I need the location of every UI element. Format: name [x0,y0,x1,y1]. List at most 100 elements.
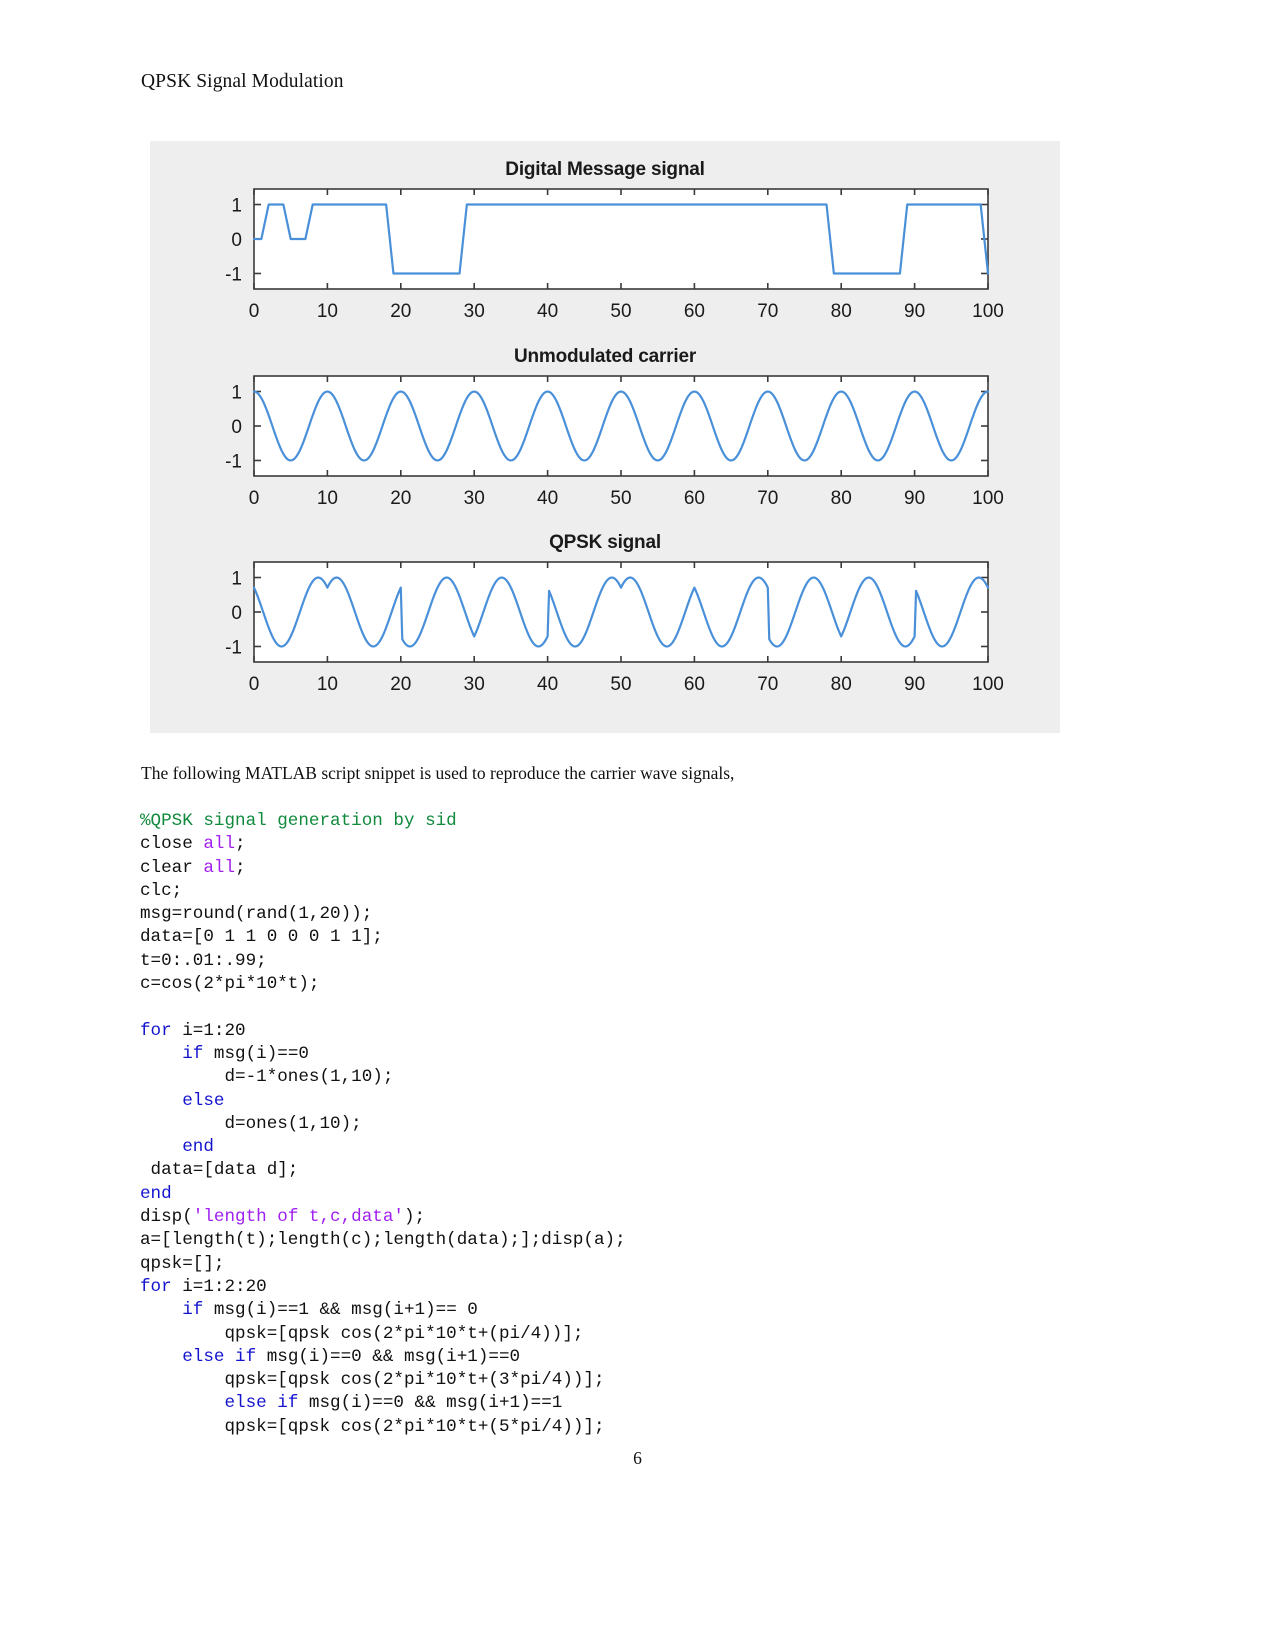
axes-qpsk-signal: 0 10 20 30 40 50 60 70 80 90 100 -1 0 1 [150,554,1060,704]
code-token: qpsk=[qpsk cos(2*pi*10*t+(5*pi/4))]; [140,1416,605,1437]
code-token: else [182,1090,225,1111]
x-tick-label: 0 [249,488,260,509]
axes-unmodulated-carrier: 0 10 20 30 40 50 60 70 80 90 100 -1 0 1 [150,368,1060,518]
code-line: qpsk=[qpsk cos(2*pi*10*t+(3*pi/4))]; [140,1369,626,1392]
x-tick-label: 50 [610,488,631,509]
code-line: if msg(i)==1 && msg(i+1)== 0 [140,1299,626,1322]
plot-digital-message-signal: Digital Message signal 0 10 20 30 40 50 60 70 80… [150,159,1060,331]
plot-title-qpsk-signal: QPSK signal [549,532,661,553]
code-token: qpsk=[qpsk cos(2*pi*10*t+(pi/4))]; [140,1323,584,1344]
code-line: qpsk=[]; [140,1253,626,1276]
code-line: data=[data d]; [140,1159,626,1182]
x-tick-label: 90 [904,301,925,322]
y-tick-label: -1 [225,451,242,472]
body-paragraph: The following MATLAB script snippet is u… [141,763,735,783]
matlab-code-block: %QPSK signal generation by sid close all;… [140,810,626,1439]
code-line: qpsk=[qpsk cos(2*pi*10*t+(5*pi/4))]; [140,1416,626,1439]
code-line: d=ones(1,10); [140,1113,626,1136]
code-token: data=[0 1 1 0 0 0 1 1]; [140,927,383,948]
x-tick-label: 20 [390,301,411,322]
x-tick-label: 100 [972,488,1004,509]
code-token: clc; [140,880,183,901]
code-token: i=1:2:20 [171,1276,267,1297]
code-token: i=1:20 [171,1020,246,1041]
y-tick-label: -1 [225,637,242,658]
axes-svg-unmodulated-carrier: 0 10 20 30 40 50 60 70 80 90 100 -1 0 1 [225,375,1004,509]
x-tick-label: 80 [831,301,852,322]
code-line: data=[0 1 1 0 0 0 1 1]; [140,926,626,949]
axes-svg-digital-message: 0 10 20 30 40 50 60 70 80 90 100 -1 0 1 [225,188,1004,322]
code-line: clear all; [140,857,626,880]
x-tick-label: 30 [464,674,485,695]
page-title: QPSK Signal Modulation [141,71,344,92]
code-token: msg=round(rand(1,20)); [140,904,373,925]
y-tick-label: 1 [231,383,242,404]
x-tick-label: 10 [317,301,338,322]
x-tick-label: 60 [684,488,705,509]
code-line: t=0:.01:.99; [140,950,626,973]
x-tick-label: 70 [757,674,778,695]
code-line: msg=round(rand(1,20)); [140,903,626,926]
x-tick-label: 40 [537,488,558,509]
x-tick-label: 100 [972,301,1004,322]
code-line: else if msg(i)==0 && msg(i+1)==0 [140,1346,626,1369]
x-tick-label: 60 [684,674,705,695]
x-tick-label: 0 [249,674,260,695]
code-token: close [140,834,204,855]
x-tick-label: 50 [610,674,631,695]
code-line: %QPSK signal generation by sid [140,810,626,833]
code-token: data=[data d]; [140,1160,299,1181]
document-page: QPSK Signal Modulation Digital Message s… [0,0,1275,1650]
x-tick-label: 30 [464,488,485,509]
code-token: t=0:.01:.99; [140,950,267,971]
page-number: 6 [633,1448,642,1468]
code-line: for i=1:20 [140,1020,626,1043]
code-token: ; [235,857,246,878]
code-token: disp( [140,1207,193,1228]
plot-title-unmodulated-carrier: Unmodulated carrier [513,346,697,367]
x-tick-label: 50 [610,301,631,322]
y-tick-label: 0 [231,417,242,438]
code-line: for i=1:2:20 [140,1276,626,1299]
x-tick-label: 90 [904,488,925,509]
y-tick-label: 1 [231,196,242,217]
axes-svg-qpsk-signal: 0 10 20 30 40 50 60 70 80 90 100 -1 0 1 [225,561,1004,695]
code-token: d=-1*ones(1,10); [140,1067,394,1088]
code-token: ; [235,834,246,855]
code-token: qpsk=[]; [140,1253,225,1274]
matlab-figure: Digital Message signal 0 10 20 30 40 50 60 70 80… [150,141,1060,733]
plot-qpsk-signal: QPSK signal 0 10 20 30 40 50 60 70 80 90 100 -1 0 1 [150,532,1060,704]
code-line: qpsk=[qpsk cos(2*pi*10*t+(pi/4))]; [140,1323,626,1346]
x-tick-label: 20 [390,674,411,695]
code-line: c=cos(2*pi*10*t); [140,973,626,996]
code-token: for [140,1020,172,1041]
code-token: msg(i)==0 && msg(i+1)==1 [298,1393,563,1414]
x-tick-label: 80 [831,488,852,509]
code-token: clear [140,857,204,878]
x-tick-label: 70 [757,488,778,509]
plot-unmodulated-carrier: Unmodulated carrier 0 10 20 30 40 50 60 70 80 90 1… [150,346,1060,518]
code-token: end [140,1183,172,1204]
code-token: all [203,857,236,878]
x-tick-label: 20 [390,488,411,509]
code-token: ); [403,1207,426,1228]
plot-title-digital-message: Digital Message signal [505,159,705,180]
x-tick-label: 100 [972,674,1004,695]
code-token: 'length of t,c,data' [192,1207,404,1228]
code-line: disp('length of t,c,data'); [140,1206,626,1229]
code-line: else [140,1090,626,1113]
code-token: for [140,1276,172,1297]
code-token: else if [224,1393,299,1414]
code-token: %QPSK signal generation by sid [140,811,457,831]
x-tick-label: 10 [317,488,338,509]
y-tick-label: 1 [231,569,242,590]
code-token: qpsk=[qpsk cos(2*pi*10*t+(3*pi/4))]; [140,1370,605,1391]
x-tick-label: 90 [904,674,925,695]
code-line: end [140,1136,626,1159]
